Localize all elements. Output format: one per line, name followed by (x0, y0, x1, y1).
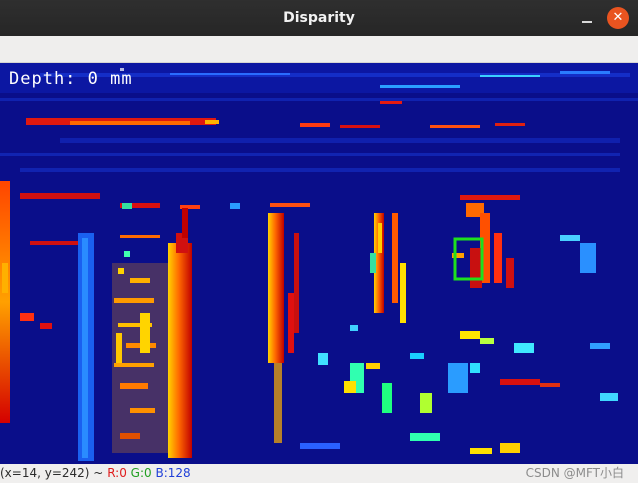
depth-readout: Depth: 0 mm (9, 69, 133, 89)
close-icon[interactable]: ✕ (607, 7, 629, 29)
disparity-image[interactable]: Depth: 0 mm (0, 63, 638, 464)
watermark-text: CSDN @MFT小白 (525, 466, 624, 480)
red-value: R:0 (107, 466, 127, 480)
cursor-coords: (x=14, y=242) ~ (0, 466, 104, 480)
green-value: G:0 (130, 466, 152, 480)
status-bar: (x=14, y=242) ~ R:0 G:0 B:128 CSDN @MFT小白 (0, 464, 638, 483)
window-title: Disparity (283, 10, 355, 26)
window-titlebar: Disparity ✕ (0, 0, 638, 36)
minimize-icon[interactable] (580, 11, 594, 25)
window-toolbar (0, 36, 638, 63)
blue-value: B:128 (155, 466, 191, 480)
disparity-map-graphic (0, 63, 638, 464)
